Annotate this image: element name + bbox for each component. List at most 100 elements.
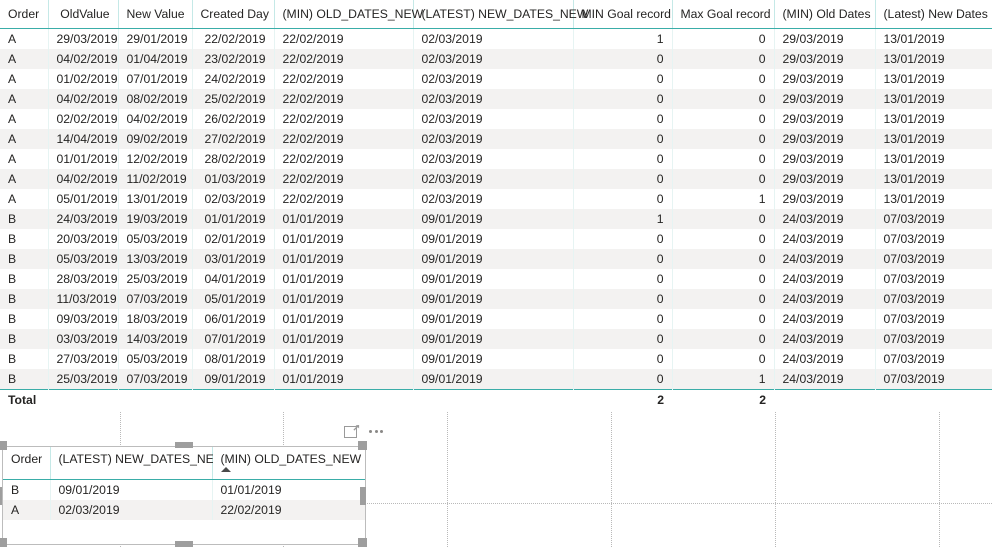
table-cell[interactable]: 08/01/2019: [192, 348, 275, 369]
table-cell[interactable]: 01/02/2019: [48, 68, 119, 89]
resize-handle-middle-left[interactable]: [0, 487, 2, 505]
table-cell[interactable]: 13/01/2019: [875, 128, 992, 149]
table-cell[interactable]: B: [0, 268, 49, 289]
table-cell[interactable]: 24/03/2019: [774, 288, 876, 309]
table-cell[interactable]: 05/01/2019: [48, 188, 119, 209]
table-cell[interactable]: 0: [672, 128, 775, 149]
table-cell[interactable]: 01/01/2019: [274, 328, 414, 349]
table-cell[interactable]: 28/03/2019: [48, 268, 119, 289]
table-cell[interactable]: 02/03/2019: [413, 148, 574, 169]
table-cell[interactable]: 24/03/2019: [774, 368, 876, 389]
table-row[interactable]: A 04/02/2019 08/02/2019 25/02/2019 22/02/201…: [0, 88, 992, 109]
table-cell[interactable]: 02/03/2019: [413, 28, 574, 49]
table-cell[interactable]: 13/03/2019: [118, 248, 193, 269]
table-cell[interactable]: 27/02/2019: [192, 128, 275, 149]
table-cell[interactable]: 01/01/2019: [192, 208, 275, 229]
table-cell[interactable]: 04/02/2019: [118, 108, 193, 129]
table-cell[interactable]: 25/02/2019: [192, 88, 275, 109]
table-cell[interactable]: 1: [672, 368, 775, 389]
table-cell[interactable]: 0: [672, 228, 775, 249]
table-cell[interactable]: 19/03/2019: [118, 208, 193, 229]
table-cell[interactable]: 0: [573, 268, 673, 289]
table-row[interactable]: B 09/01/2019 01/01/2019: [3, 479, 365, 500]
table-cell[interactable]: 13/01/2019: [875, 28, 992, 49]
table-cell[interactable]: 09/02/2019: [118, 128, 193, 149]
column-header[interactable]: Order: [0, 0, 49, 29]
table-cell[interactable]: A: [0, 68, 49, 89]
table-cell[interactable]: 29/03/2019: [774, 28, 876, 49]
table-cell[interactable]: 01/03/2019: [192, 168, 275, 189]
table-cell[interactable]: 14/04/2019: [48, 128, 119, 149]
table-cell[interactable]: 0: [672, 88, 775, 109]
table-cell[interactable]: 07/03/2019: [118, 368, 193, 389]
table-row[interactable]: A 02/03/2019 22/02/2019: [3, 499, 365, 520]
table-cell[interactable]: 29/03/2019: [774, 108, 876, 129]
table-cell[interactable]: 22/02/2019: [274, 188, 414, 209]
table-cell[interactable]: 28/02/2019: [192, 148, 275, 169]
table-cell[interactable]: 24/03/2019: [48, 208, 119, 229]
table-cell[interactable]: 02/03/2019: [413, 168, 574, 189]
table-cell[interactable]: 07/03/2019: [875, 308, 992, 329]
table-cell[interactable]: 22/02/2019: [212, 499, 365, 520]
table-cell[interactable]: 01/01/2019: [274, 268, 414, 289]
column-header[interactable]: (MIN) OLD_DATES_NEW: [212, 447, 365, 480]
table-cell[interactable]: 11/02/2019: [118, 168, 193, 189]
table-cell[interactable]: A: [0, 188, 49, 209]
table-cell[interactable]: 05/03/2019: [48, 248, 119, 269]
table-row[interactable]: B 03/03/2019 14/03/2019 07/01/2019 01/01/201…: [0, 328, 992, 349]
table-cell[interactable]: 0: [573, 148, 673, 169]
table-cell[interactable]: 23/02/2019: [192, 48, 275, 69]
resize-handle-top-center[interactable]: [175, 442, 193, 448]
table-cell[interactable]: 22/02/2019: [274, 168, 414, 189]
table-cell[interactable]: 02/03/2019: [413, 128, 574, 149]
table-cell[interactable]: 22/02/2019: [274, 148, 414, 169]
table-cell[interactable]: 22/02/2019: [192, 28, 275, 49]
table-cell[interactable]: 0: [573, 248, 673, 269]
table-cell[interactable]: 29/03/2019: [774, 68, 876, 89]
table-cell[interactable]: A: [0, 168, 49, 189]
table-cell[interactable]: 07/03/2019: [875, 268, 992, 289]
column-header[interactable]: (LATEST) NEW_DATES_NEW: [50, 447, 225, 480]
table-cell[interactable]: 0: [573, 128, 673, 149]
table-cell[interactable]: 0: [672, 68, 775, 89]
table-cell[interactable]: B: [0, 368, 49, 389]
table-cell[interactable]: 14/03/2019: [118, 328, 193, 349]
table-cell[interactable]: 0: [672, 348, 775, 369]
table-cell[interactable]: A: [0, 128, 49, 149]
table-cell[interactable]: 03/03/2019: [48, 328, 119, 349]
table-cell[interactable]: 13/01/2019: [875, 48, 992, 69]
table-cell[interactable]: 0: [573, 288, 673, 309]
focus-mode-icon[interactable]: [344, 424, 360, 439]
table-cell[interactable]: 01/01/2019: [48, 148, 119, 169]
table-cell[interactable]: 09/01/2019: [192, 368, 275, 389]
table-cell[interactable]: B: [3, 479, 51, 500]
table-cell[interactable]: 02/02/2019: [48, 108, 119, 129]
table-cell[interactable]: 29/03/2019: [774, 48, 876, 69]
table-cell[interactable]: 09/03/2019: [48, 308, 119, 329]
table-cell[interactable]: 05/03/2019: [118, 228, 193, 249]
table-cell[interactable]: 13/01/2019: [875, 168, 992, 189]
table-cell[interactable]: 29/03/2019: [774, 188, 876, 209]
table-cell[interactable]: 01/01/2019: [274, 228, 414, 249]
table-row[interactable]: B 27/03/2019 05/03/2019 08/01/2019 01/01/201…: [0, 348, 992, 369]
table-cell[interactable]: B: [0, 208, 49, 229]
table-cell[interactable]: B: [0, 288, 49, 309]
table-cell[interactable]: 03/01/2019: [192, 248, 275, 269]
table-cell[interactable]: 24/03/2019: [774, 248, 876, 269]
table-cell[interactable]: 09/01/2019: [413, 328, 574, 349]
table-cell[interactable]: 09/01/2019: [413, 288, 574, 309]
table-row[interactable]: A 14/04/2019 09/02/2019 27/02/2019 22/02/201…: [0, 128, 992, 149]
table-cell[interactable]: 0: [672, 248, 775, 269]
table-cell[interactable]: 04/01/2019: [192, 268, 275, 289]
table-cell[interactable]: 0: [672, 148, 775, 169]
resize-handle-top-left[interactable]: [0, 441, 7, 450]
table-cell[interactable]: 02/03/2019: [413, 88, 574, 109]
table-row[interactable]: B 25/03/2019 07/03/2019 09/01/2019 01/01/201…: [0, 368, 992, 389]
column-header[interactable]: (MIN) OLD_DATES_NEW: [274, 0, 423, 29]
table-cell[interactable]: B: [0, 348, 49, 369]
table-cell[interactable]: 1: [672, 188, 775, 209]
table-row[interactable]: A 02/02/2019 04/02/2019 26/02/2019 22/02/201…: [0, 108, 992, 129]
table-cell[interactable]: A: [0, 108, 49, 129]
table-cell[interactable]: 02/03/2019: [413, 48, 574, 69]
table-cell[interactable]: 09/01/2019: [413, 268, 574, 289]
